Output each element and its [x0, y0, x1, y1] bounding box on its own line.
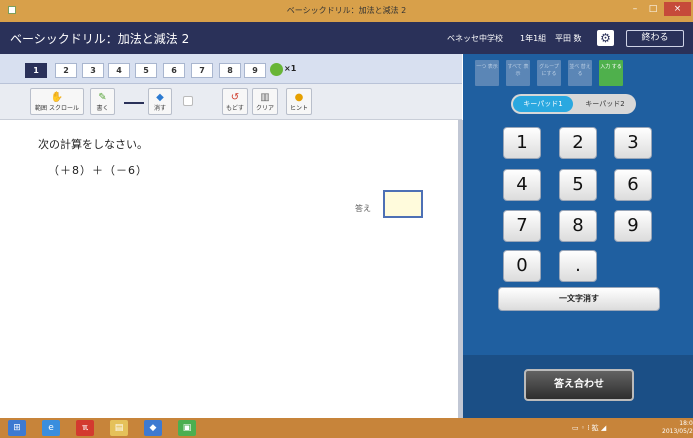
- tab-show-one[interactable]: 一つ 表示: [475, 60, 499, 86]
- tab-input[interactable]: 入力 する: [599, 60, 623, 86]
- check-answer-button[interactable]: 答え合わせ: [524, 369, 634, 401]
- question-area: 次の計算をしなさい。 （＋8）＋（－6） 答え: [0, 120, 458, 418]
- correct-count: ×1: [284, 64, 297, 73]
- line-width-icon[interactable]: [124, 102, 144, 104]
- keypad1-button[interactable]: キーパッド1: [513, 96, 573, 112]
- clock: 18:03 2013/05/21: [662, 420, 693, 435]
- question-instruction: 次の計算をしなさい。: [38, 138, 148, 151]
- browser-icon[interactable]: e: [42, 420, 60, 436]
- window-title: ベーシックドリル：加法と減法 2: [286, 6, 407, 15]
- clear-button[interactable]: ▥ クリア: [252, 88, 278, 115]
- undo-icon: ↺: [230, 92, 240, 103]
- key-1[interactable]: 1: [503, 127, 541, 159]
- maximize-button[interactable]: □: [645, 2, 661, 16]
- tab-sort[interactable]: 並べ 替える: [568, 60, 592, 86]
- key-5[interactable]: 5: [559, 169, 597, 201]
- tab-show-all[interactable]: すべて 表示: [506, 60, 530, 86]
- key-7[interactable]: 7: [503, 210, 541, 242]
- app-blue-icon[interactable]: ◆: [144, 420, 162, 436]
- page-tab-3[interactable]: 3: [82, 63, 104, 78]
- hint-bulb-icon: ●: [294, 92, 304, 103]
- key-0[interactable]: 0: [503, 250, 541, 282]
- keypad-toggle: キーパッド1 キーパッド2: [511, 94, 636, 114]
- system-tray[interactable]: ▭ ◦ ⁞ 拡 ◢: [572, 423, 606, 433]
- school-name: ベネッセ中学校: [447, 34, 503, 43]
- taskbar: ⊞ e ℼ ▤ ◆ ▣ ▭ ◦ ⁞ 拡 ◢ 18:03 2013/05/21: [0, 418, 693, 438]
- key-9[interactable]: 9: [614, 210, 652, 242]
- tab-group[interactable]: グループ にする: [537, 60, 561, 86]
- window-title-bar: ベーシックドリル：加法と減法 2 – □ ×: [0, 0, 693, 22]
- hint-button[interactable]: ● ヒント: [286, 88, 312, 115]
- question-problem: （＋8）＋（－6）: [48, 164, 148, 177]
- key-2[interactable]: 2: [559, 127, 597, 159]
- page-selector: 1 2 3 4 5 6 7 8 9 ×1: [0, 54, 462, 84]
- hand-icon: ✋: [50, 92, 64, 103]
- class-name: 1年1組: [520, 34, 547, 43]
- close-button[interactable]: ×: [664, 2, 691, 16]
- erase-button[interactable]: ◆ 消す: [148, 88, 172, 115]
- page-tab-1[interactable]: 1: [25, 63, 47, 78]
- delete-char-button[interactable]: 一文字消す: [498, 287, 660, 311]
- write-button[interactable]: ✎ 書く: [90, 88, 115, 115]
- key-6[interactable]: 6: [614, 169, 652, 201]
- page-tab-8[interactable]: 8: [219, 63, 241, 78]
- app-header: ベーシックドリル：加法と減法 2 ベネッセ中学校 1年1組 平田 数 ⚙ 終わる: [0, 22, 693, 54]
- pencil-icon: ✎: [98, 92, 107, 103]
- drill-app-icon[interactable]: ▣: [178, 420, 196, 436]
- minimize-button[interactable]: –: [627, 2, 643, 16]
- answer-label: 答え: [355, 204, 371, 213]
- check-area: 答え合わせ: [463, 355, 693, 418]
- correct-check-icon: [270, 63, 283, 76]
- key-3[interactable]: 3: [614, 127, 652, 159]
- scroll-button[interactable]: ✋ 範囲 スクロール: [30, 88, 84, 115]
- eraser-size-option[interactable]: [183, 96, 193, 106]
- folder-icon[interactable]: ▤: [110, 420, 128, 436]
- finish-button[interactable]: 終わる: [626, 30, 684, 47]
- answer-input[interactable]: [383, 190, 423, 218]
- page-title: ベーシックドリル：加法と減法 2: [10, 32, 190, 46]
- eraser-icon: ◆: [156, 92, 164, 103]
- key-8[interactable]: 8: [559, 210, 597, 242]
- trash-icon: ▥: [260, 92, 270, 103]
- drawing-toolbar: ✋ 範囲 スクロール ✎ 書く ◆ 消す ↺ もどす ▥ クリア ● ヒント: [0, 84, 462, 120]
- undo-button[interactable]: ↺ もどす: [222, 88, 248, 115]
- page-tab-5[interactable]: 5: [135, 63, 157, 78]
- page-tab-4[interactable]: 4: [108, 63, 130, 78]
- page-tab-7[interactable]: 7: [191, 63, 213, 78]
- windows-start-icon[interactable]: ⊞: [8, 420, 26, 436]
- keypad2-button[interactable]: キーパッド2: [577, 96, 633, 112]
- app-red-icon[interactable]: ℼ: [76, 420, 94, 436]
- student-name: 平田 数: [555, 34, 582, 43]
- page-tab-6[interactable]: 6: [163, 63, 185, 78]
- gear-icon[interactable]: ⚙: [597, 30, 614, 46]
- page-tab-2[interactable]: 2: [55, 63, 77, 78]
- key-4[interactable]: 4: [503, 169, 541, 201]
- page-tab-9[interactable]: 9: [244, 63, 266, 78]
- key-decimal[interactable]: .: [559, 250, 597, 282]
